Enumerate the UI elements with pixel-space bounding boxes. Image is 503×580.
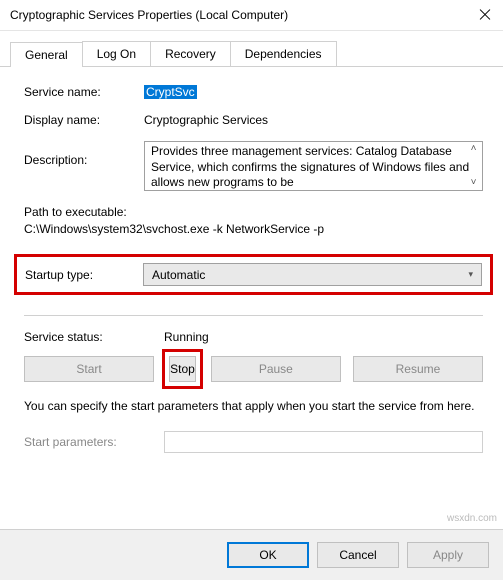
tab-dependencies[interactable]: Dependencies [230,41,337,66]
startup-type-value: Automatic [152,268,205,282]
window-title: Cryptographic Services Properties (Local… [10,8,288,22]
service-name-value[interactable]: CryptSvc [144,85,197,99]
display-name-label: Display name: [24,113,144,127]
tab-recovery[interactable]: Recovery [150,41,231,66]
resume-button: Resume [353,356,483,382]
service-status-value: Running [164,330,209,344]
startup-type-dropdown[interactable]: Automatic ▾ [143,263,482,286]
description-label: Description: [24,141,144,167]
dialog-footer: OK Cancel Apply [0,529,503,580]
tab-general[interactable]: General [10,42,83,67]
description-text: Provides three management services: Cata… [151,144,469,189]
startup-type-label: Startup type: [25,268,143,282]
stop-button-highlight: Stop [162,349,203,389]
close-icon[interactable] [479,9,491,21]
display-name-value: Cryptographic Services [144,113,268,127]
description-scrollbar[interactable]: ˄ ˅ [465,142,482,190]
start-params-info: You can specify the start parameters tha… [24,398,483,415]
path-value: C:\Windows\system32\svchost.exe -k Netwo… [24,222,483,236]
cancel-button[interactable]: Cancel [317,542,399,568]
tab-strip: General Log On Recovery Dependencies [0,31,503,67]
startup-type-highlight: Startup type: Automatic ▾ [14,254,493,295]
service-name-label: Service name: [24,85,144,99]
pause-button: Pause [211,356,341,382]
watermark: wsxdn.com [447,513,497,524]
description-box[interactable]: Provides three management services: Cata… [144,141,483,191]
path-label: Path to executable: [24,205,483,219]
divider [24,315,483,316]
apply-button: Apply [407,542,489,568]
start-params-label: Start parameters: [24,435,164,449]
tab-logon[interactable]: Log On [82,41,151,66]
start-params-input [164,431,483,453]
stop-button[interactable]: Stop [169,356,196,382]
scroll-down-icon[interactable]: ˅ [471,178,477,188]
start-button: Start [24,356,154,382]
ok-button[interactable]: OK [227,542,309,568]
scroll-up-icon[interactable]: ˄ [471,144,477,154]
service-status-label: Service status: [24,330,164,344]
chevron-down-icon: ▾ [468,269,473,280]
